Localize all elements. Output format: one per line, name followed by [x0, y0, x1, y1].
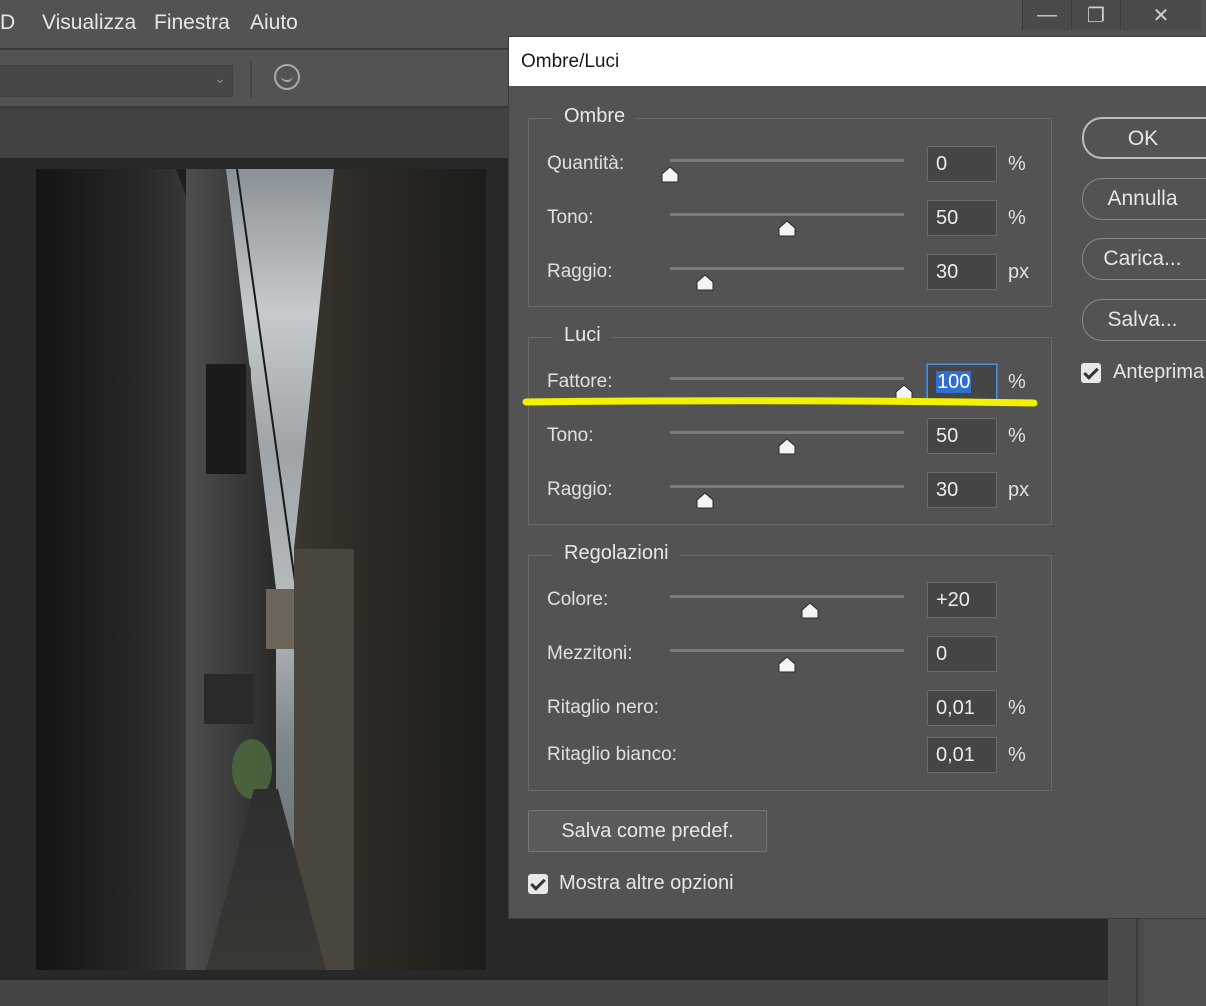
- minimize-button[interactable]: —: [1022, 0, 1071, 30]
- carica-button[interactable]: Carica...: [1082, 238, 1206, 280]
- preset-dropdown[interactable]: ⌄: [0, 65, 233, 97]
- ombre-tono-slider-track[interactable]: [670, 213, 904, 216]
- mezzitoni-label: Mezzitoni:: [547, 643, 633, 664]
- ritaglio-bianco-input[interactable]: 0,01: [927, 737, 997, 773]
- dialog-titlebar[interactable]: Ombre/Luci: [509, 37, 1206, 86]
- luci-tono-unit: %: [1008, 425, 1026, 447]
- mostra-altre-opzioni-checkbox[interactable]: [528, 874, 548, 894]
- ombre-tono-input[interactable]: 50: [927, 200, 997, 236]
- menu-item-aiuto[interactable]: Aiuto: [250, 11, 298, 35]
- group-ombre: Ombre Quantità: 0 % Tono: 50 % Raggio: 3…: [528, 105, 1052, 307]
- quantita-label: Quantità:: [547, 153, 625, 174]
- document-image[interactable]: [36, 169, 486, 970]
- luci-raggio-slider-thumb[interactable]: [695, 492, 715, 509]
- close-window-button[interactable]: ✕: [1120, 0, 1201, 30]
- anteprima-checkbox[interactable]: [1081, 363, 1101, 383]
- group-regolazioni: Regolazioni Colore: +20 Mezzitoni: 0 Rit…: [528, 542, 1052, 791]
- ritaglio-bianco-label: Ritaglio bianco:: [547, 744, 677, 765]
- mezzitoni-slider-thumb[interactable]: [777, 656, 797, 673]
- image-awning: [206, 364, 246, 474]
- ombre-tono-unit: %: [1008, 207, 1026, 229]
- close-icon: ✕: [1152, 4, 1170, 27]
- ombre-raggio-slider-track[interactable]: [670, 267, 904, 270]
- menu-item-finestra[interactable]: Finestra: [154, 11, 230, 35]
- highlight-path: [522, 397, 1038, 407]
- mezzitoni-input[interactable]: 0: [927, 636, 997, 672]
- anteprima-label: Anteprima: [1113, 361, 1205, 383]
- ombre-raggio-input[interactable]: 30: [927, 254, 997, 290]
- colore-slider-thumb[interactable]: [800, 602, 820, 619]
- luci-tono-slider-track[interactable]: [670, 431, 904, 434]
- mezzitoni-slider-track[interactable]: [670, 649, 904, 652]
- group-title-regolazioni: Regolazioni: [553, 542, 680, 565]
- fattore-label: Fattore:: [547, 371, 613, 392]
- fattore-input-selection: 100: [936, 371, 972, 393]
- quantita-slider-track[interactable]: [670, 159, 904, 162]
- chevron-down-icon: ⌄: [214, 70, 226, 86]
- quantita-input[interactable]: 0: [927, 146, 997, 182]
- ritaglio-nero-label: Ritaglio nero:: [547, 697, 659, 718]
- group-title-ombre: Ombre: [553, 105, 637, 128]
- toolbar-divider: [250, 60, 252, 98]
- luci-tono-label: Tono:: [547, 425, 594, 446]
- group-title-luci: Luci: [553, 324, 612, 347]
- minimize-icon: —: [1037, 3, 1057, 26]
- luci-raggio-input[interactable]: 30: [927, 472, 997, 508]
- ombre-raggio-slider-thumb[interactable]: [695, 274, 715, 291]
- ritaglio-nero-unit: %: [1008, 697, 1026, 719]
- restore-icon: ❐: [1087, 4, 1105, 27]
- fattore-slider-track[interactable]: [670, 377, 904, 380]
- dialog-title: Ombre/Luci: [521, 51, 620, 72]
- ombre-tono-slider-thumb[interactable]: [777, 220, 797, 237]
- ombre-tono-label: Tono:: [547, 207, 594, 228]
- restore-button[interactable]: ❐: [1071, 0, 1120, 30]
- image-awning: [204, 674, 254, 724]
- colore-slider-track[interactable]: [670, 595, 904, 598]
- colore-input[interactable]: +20: [927, 582, 997, 618]
- luci-raggio-unit: px: [1008, 479, 1030, 501]
- ritaglio-bianco-unit: %: [1008, 744, 1026, 766]
- ombre-raggio-label: Raggio:: [547, 261, 613, 282]
- luci-raggio-label: Raggio:: [547, 479, 613, 500]
- fattore-unit: %: [1008, 371, 1026, 393]
- quantita-slider-thumb[interactable]: [660, 166, 680, 183]
- status-bar: [0, 980, 1108, 1006]
- ok-button[interactable]: OK: [1082, 117, 1206, 159]
- luci-tono-input[interactable]: 50: [927, 418, 997, 454]
- colore-label: Colore:: [547, 589, 609, 610]
- salva-come-predef-button[interactable]: Salva come predef.: [528, 810, 767, 852]
- menu-item-visualizza[interactable]: Visualizza: [42, 11, 136, 35]
- quantita-unit: %: [1008, 153, 1026, 175]
- fattore-input[interactable]: 100: [927, 364, 997, 400]
- group-luci: Luci Fattore: 100 % Tono: 50 % Raggio: 3…: [528, 324, 1052, 525]
- mostra-altre-opzioni-label: Mostra altre opzioni: [559, 872, 734, 894]
- yellow-highlight-stroke: [522, 397, 1038, 407]
- shadows-highlights-dialog: Ombre/Luci Ombre Quantità: 0 % Tono: 50 …: [509, 37, 1206, 918]
- luci-raggio-slider-track[interactable]: [670, 485, 904, 488]
- annulla-button[interactable]: Annulla: [1082, 178, 1206, 220]
- ombre-raggio-unit: px: [1008, 261, 1030, 283]
- menu-item-d[interactable]: D: [0, 11, 15, 35]
- ritaglio-nero-input[interactable]: 0,01: [927, 690, 997, 726]
- luci-tono-slider-thumb[interactable]: [777, 438, 797, 455]
- face-icon[interactable]: [274, 64, 300, 90]
- salva-button[interactable]: Salva...: [1082, 299, 1206, 341]
